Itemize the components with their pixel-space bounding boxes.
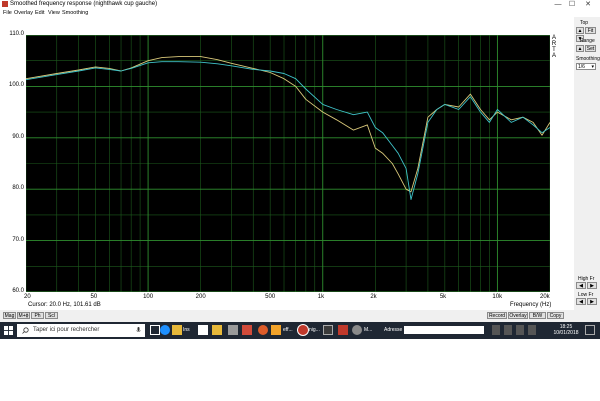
low-fr-left-button[interactable]: ◀ — [576, 298, 586, 305]
x-tick-label: 20 — [24, 294, 31, 300]
app-icon-red[interactable] — [242, 325, 252, 335]
clock-date: 10/01/2018 — [553, 330, 579, 336]
file-explorer-icon[interactable] — [172, 325, 182, 335]
x-tick-label: 1k — [317, 294, 325, 300]
chevron-down-icon: ▾ — [591, 64, 594, 70]
low-fr-right-button[interactable]: ▶ — [587, 298, 597, 305]
smoothing-label: Smoothing — [576, 56, 600, 62]
overlay-button[interactable]: Overlay — [508, 312, 528, 319]
grid-minor-lines — [26, 35, 550, 292]
high-fr-right-button[interactable]: ▶ — [587, 282, 597, 289]
arta-label: A R T A — [551, 35, 557, 59]
taskbar-clock[interactable]: 18:25 10/01/2018 — [551, 324, 581, 336]
task-label[interactable]: nig... — [309, 327, 320, 333]
person-icon[interactable] — [492, 325, 500, 335]
address-label: Adresse — [384, 327, 403, 333]
app-icon — [2, 1, 8, 7]
y-tick-label: 60.0 — [12, 288, 24, 294]
volume-icon[interactable] — [516, 325, 524, 335]
high-fr-left-button[interactable]: ◀ — [576, 282, 586, 289]
x-tick-label: 20k — [540, 294, 550, 300]
folder-icon[interactable] — [212, 325, 222, 335]
menu-file[interactable]: File — [3, 10, 12, 16]
title-bar: Smoothed frequency response (nighthawk c… — [0, 0, 600, 9]
x-tick-label: 200 — [195, 294, 206, 300]
app-icon-disc[interactable] — [352, 325, 362, 335]
copy-button[interactable]: Copy — [547, 312, 564, 319]
record-button[interactable]: Record — [487, 312, 507, 319]
taskbar-search-box[interactable]: Taper ici pour rechercher — [17, 324, 145, 337]
menu-smoothing[interactable]: Smoothing — [62, 10, 88, 16]
microphone-icon[interactable] — [136, 327, 141, 334]
close-button[interactable]: ✕ — [582, 0, 594, 9]
notifications-icon[interactable] — [585, 325, 595, 335]
y-tick-label: 80.0 — [12, 185, 24, 192]
mag-button[interactable]: Mag — [3, 312, 16, 319]
maximize-button[interactable]: ☐ — [566, 0, 578, 9]
arta-task-icon[interactable] — [298, 325, 308, 335]
menu-overlay[interactable]: Overlay — [14, 10, 33, 16]
frequency-response-chart — [26, 35, 550, 292]
y-tick-label: 70.0 — [12, 236, 24, 243]
range-up-button[interactable]: ▲ — [576, 45, 584, 52]
y-tick-label: 100.0 — [8, 82, 24, 89]
menu-edit[interactable]: Edit — [35, 10, 44, 16]
phase-button[interactable]: Ph — [31, 312, 44, 319]
right-sidebar: Top ▲ Fit ▼ Range ▲ Set Smoothing 1/6 ▾ … — [574, 17, 600, 322]
network-icon[interactable] — [504, 325, 512, 335]
range-label: Range — [580, 38, 595, 44]
range-set-button[interactable]: Set — [585, 45, 596, 52]
x-tick-label: 2k — [370, 294, 377, 300]
top-label: Top — [580, 20, 589, 26]
y-tick-label: 110.0 — [9, 31, 24, 37]
address-input[interactable] — [404, 326, 484, 334]
menu-view[interactable]: View — [48, 10, 60, 16]
minimize-button[interactable]: — — [552, 0, 564, 9]
arta-window: Smoothed frequency response (nighthawk c… — [0, 0, 600, 322]
x-axis-title: Frequency (Hz) — [510, 302, 552, 308]
smoothing-select[interactable]: 1/6 ▾ — [576, 63, 596, 70]
search-icon — [22, 327, 29, 334]
task-label[interactable]: eff... — [283, 327, 293, 333]
windows-start-icon[interactable] — [4, 326, 13, 335]
x-tick-label: 500 — [265, 294, 276, 300]
series-line-2 — [26, 61, 550, 200]
language-icon[interactable] — [528, 325, 536, 335]
top-up-button[interactable]: ▲ — [576, 27, 584, 34]
task-label[interactable]: Ins — [183, 327, 190, 333]
series-lines — [26, 56, 550, 200]
task-view-icon[interactable] — [150, 325, 160, 335]
taskbar: Taper ici pour rechercher Ins eff... nig… — [0, 322, 600, 339]
edge-browser-icon[interactable] — [160, 325, 170, 335]
smoothing-value: 1/6 — [578, 64, 585, 70]
x-tick-label: 10k — [492, 294, 503, 300]
firefox-icon[interactable] — [258, 325, 268, 335]
app-icon-orange[interactable] — [271, 325, 281, 335]
window-title: Smoothed frequency response (nighthawk c… — [10, 1, 158, 7]
scale-button[interactable]: Scl — [45, 312, 58, 319]
plot-title: FR Magnitude dB re 20uPa/V (1/6 oct) — [28, 26, 131, 32]
mag-phase-button[interactable]: M+ϕ — [17, 312, 30, 319]
app-icon-red-2[interactable] — [338, 325, 348, 335]
bw-button[interactable]: B/W — [529, 312, 546, 319]
store-icon[interactable] — [198, 325, 208, 335]
app-icon-dark[interactable] — [323, 325, 333, 335]
cursor-readout: Cursor: 20.0 Hz, 101.61 dB — [28, 302, 101, 308]
series-line-1 — [26, 56, 550, 193]
x-tick-label: 5k — [439, 294, 447, 300]
arta-letter: A — [551, 53, 556, 59]
task-label[interactable]: M... — [364, 327, 372, 333]
frequency-response-plot[interactable] — [26, 35, 550, 292]
menu-bar: File Overlay Edit View Smoothing — [0, 9, 600, 17]
top-fit-button[interactable]: Fit — [585, 27, 596, 34]
search-placeholder: Taper ici pour rechercher — [33, 327, 100, 333]
x-tick-label: 100 — [143, 294, 154, 300]
app-icon-gray[interactable] — [228, 325, 238, 335]
x-tick-label: 50 — [90, 294, 98, 300]
y-tick-label: 90.0 — [12, 133, 24, 140]
